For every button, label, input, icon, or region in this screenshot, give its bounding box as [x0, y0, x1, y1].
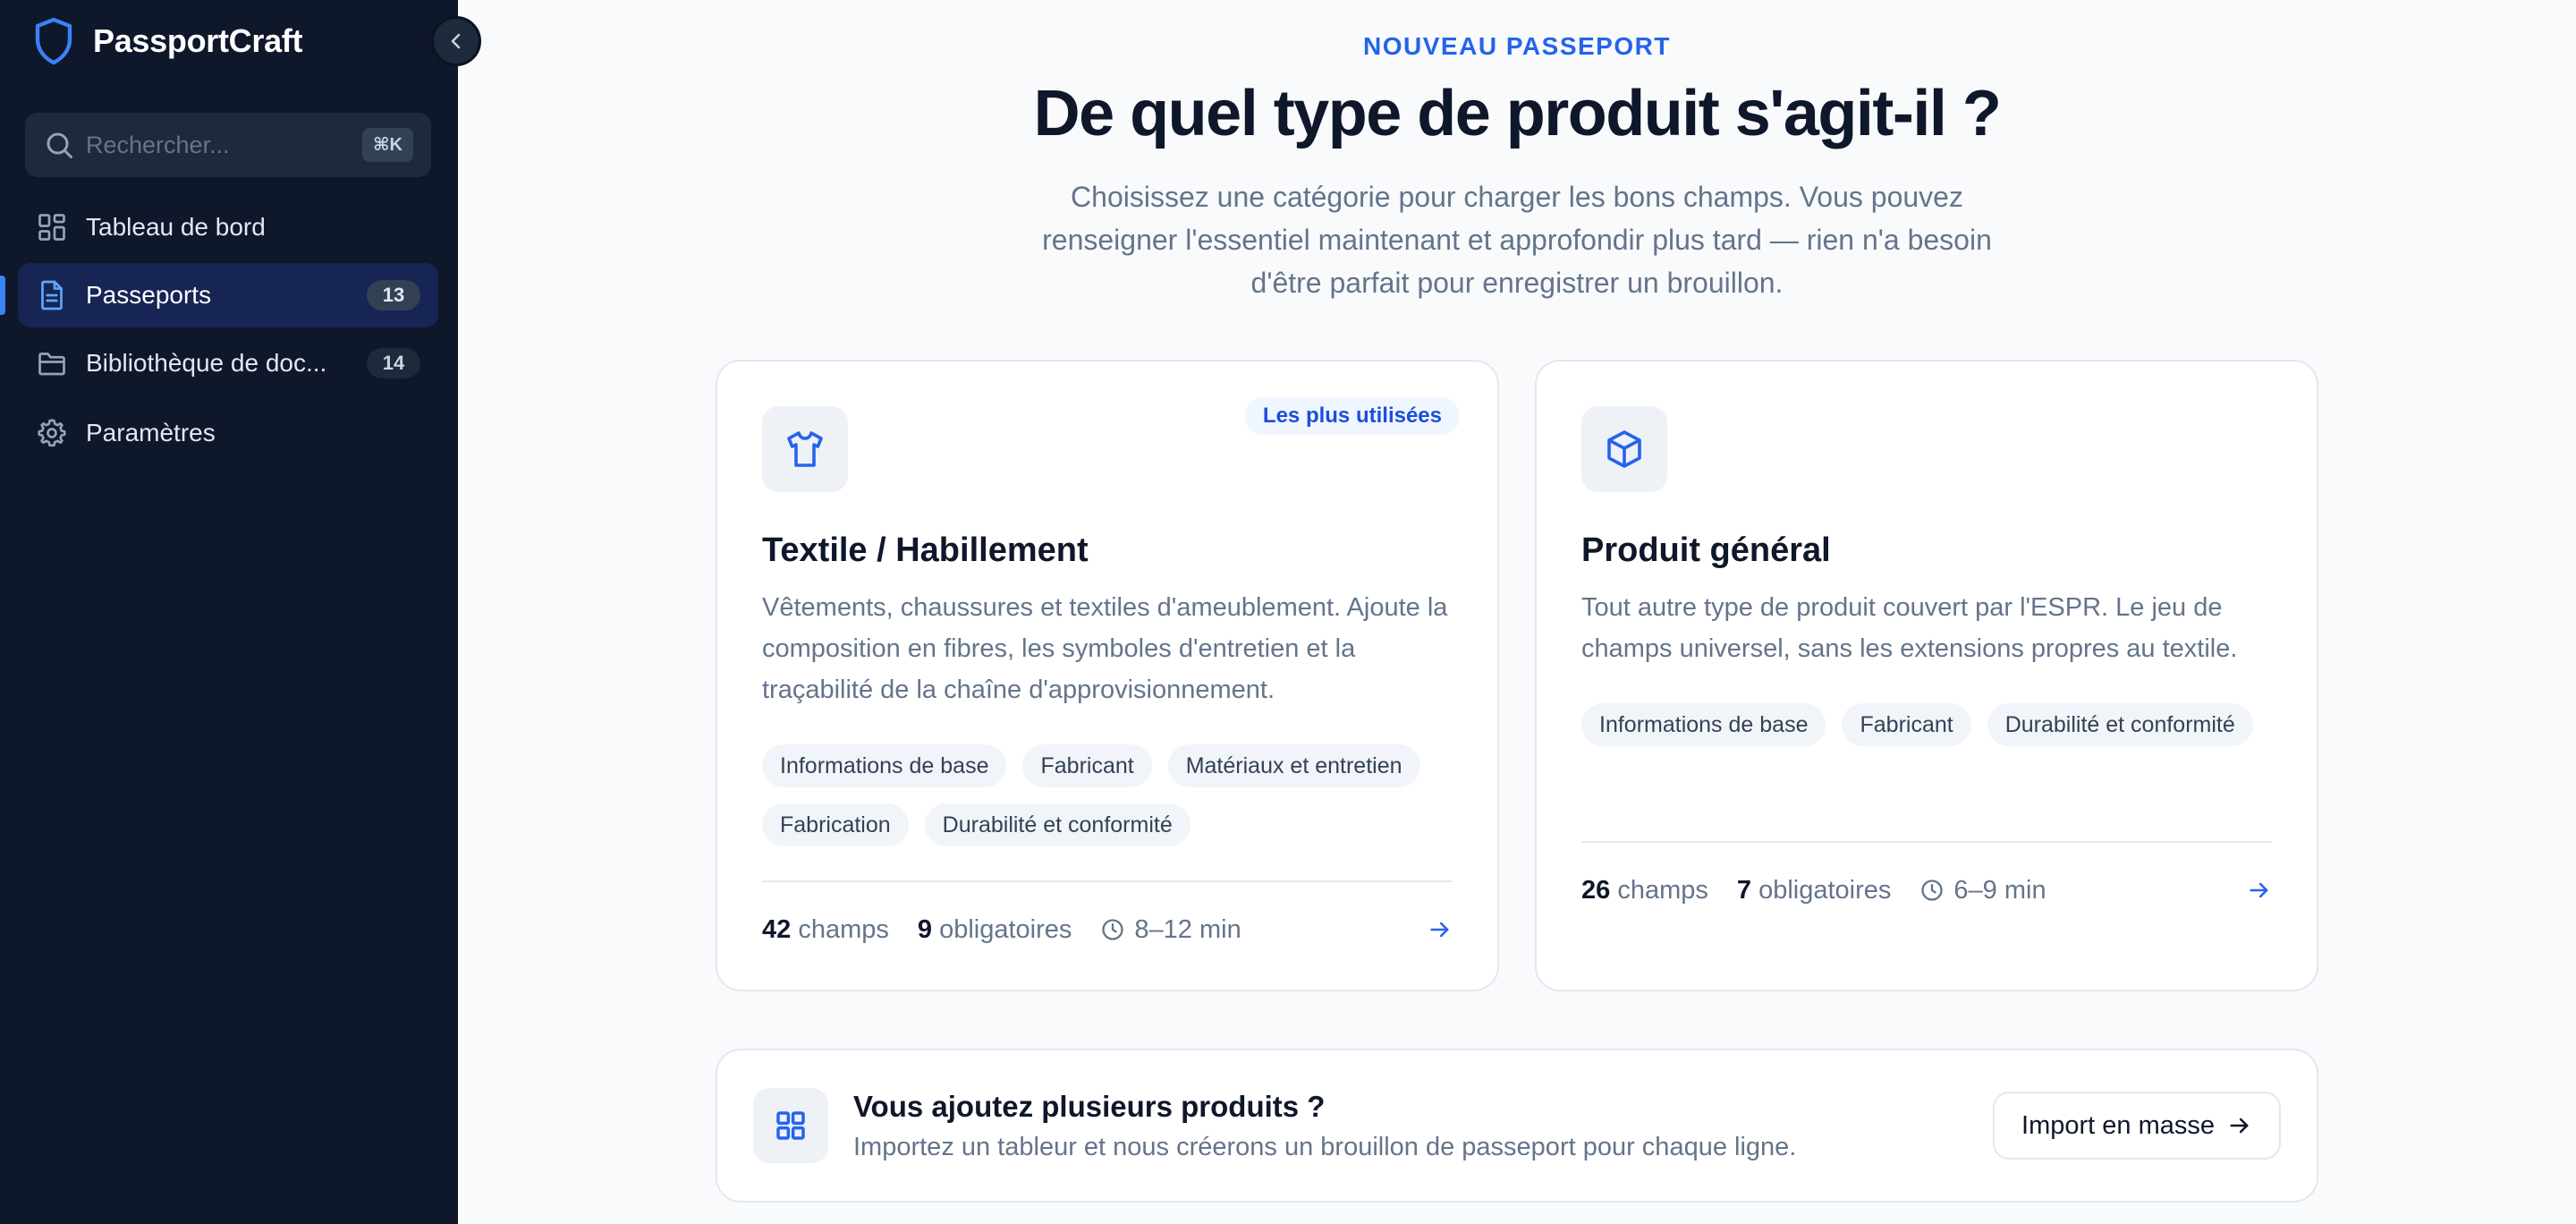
sidebar-item-label: Paramètres [86, 419, 216, 446]
bulk-icon-box [753, 1088, 828, 1163]
chevron-left-icon [451, 33, 461, 49]
shirt-icon [787, 431, 823, 467]
document-icon [41, 280, 63, 310]
most-used-badge: Les plus utilisées [1244, 397, 1460, 435]
fields-stat: 26 champs [1581, 875, 1708, 905]
tag: Fabricant [1842, 703, 1971, 746]
bulk-import-button-label: Import en masse [2021, 1110, 2215, 1140]
count-badge: 13 [367, 280, 420, 310]
required-stat: 7 obligatoires [1736, 875, 1892, 905]
tag: Fabrication [762, 803, 909, 846]
sidebar-item-settings[interactable]: Paramètres [18, 401, 438, 465]
required-stat: 9 obligatoires [917, 914, 1072, 944]
search-input[interactable] [86, 113, 354, 177]
card-description: Vêtements, chaussures et textiles d'ameu… [762, 593, 1448, 704]
search-icon [47, 132, 72, 158]
folder-icon [38, 353, 65, 376]
fields-stat: 42 champs [762, 914, 889, 944]
sidebar-item-label: Tableau de bord [86, 213, 266, 241]
card-divider [762, 880, 1453, 882]
time-stat: 6–9 min [1919, 876, 2046, 905]
sidebar-item-document-library[interactable]: Bibliothèque de doc... 14 [18, 331, 438, 395]
arrow-right-icon[interactable] [2247, 878, 2272, 903]
sidebar: PassportCraft ⌘K Tableau de bord Passepo… [0, 0, 458, 1224]
search-shortcut: ⌘K [362, 128, 413, 162]
eyebrow-label: NOUVEAU PASSEPORT [1363, 32, 1671, 60]
search-box[interactable]: ⌘K [25, 113, 431, 177]
card-title: Produit général [1581, 531, 1831, 569]
card-icon-box [1581, 406, 1667, 492]
bulk-import-button[interactable]: Import en masse [1993, 1092, 2281, 1160]
bulk-import-title: Vous ajoutez plusieurs produits ? [853, 1090, 1326, 1123]
tag: Durabilité et conformité [924, 803, 1191, 846]
time-stat: 8–12 min [1100, 915, 1241, 945]
tag: Informations de base [762, 744, 1007, 787]
arrow-right-icon[interactable] [1428, 917, 1453, 942]
card-icon-box [762, 406, 848, 492]
bulk-import-panel: Vous ajoutez plusieurs produits ? Import… [716, 1049, 2318, 1203]
sidebar-item-dashboard[interactable]: Tableau de bord [18, 195, 438, 259]
arrow-right-icon [2230, 1118, 2249, 1134]
sidebar-item-label: Passeports [86, 281, 212, 309]
dashboard-icon [38, 214, 65, 241]
box-icon [1607, 430, 1641, 468]
grid-icon [776, 1111, 805, 1140]
card-stats: 26 champs 7 obligatoires 6–9 min [1581, 868, 2272, 913]
tag: Durabilité et conformité [1987, 703, 2253, 746]
card-divider [1581, 841, 2272, 843]
card-title: Textile / Habillement [762, 531, 1089, 569]
tag: Informations de base [1581, 703, 1826, 746]
card-stats: 42 champs 9 obligatoires 8–12 min [762, 907, 1453, 952]
active-indicator [0, 276, 5, 315]
tag: Matériaux et entretien [1167, 744, 1420, 787]
category-card-general[interactable]: Produit général Tout autre type de produ… [1535, 360, 2318, 991]
bulk-import-description: Importez un tableur et nous créerons un … [853, 1133, 1797, 1161]
collapse-sidebar-button[interactable] [431, 16, 481, 66]
tag-list: Informations de base Fabricant Durabilit… [1581, 703, 2288, 746]
app-name: PassportCraft [93, 22, 303, 59]
card-description: Tout autre type de produit couvert par l… [1581, 593, 2238, 663]
sidebar-item-passports[interactable]: Passeports 13 [18, 263, 438, 327]
clock-icon [1921, 880, 1944, 901]
clock-icon [1102, 919, 1124, 940]
tag-list: Informations de base Fabricant Matériaux… [762, 744, 1469, 846]
page-subtitle: Choisissez une catégorie pour charger le… [1042, 181, 1992, 299]
shield-logo-icon [35, 17, 72, 65]
brand[interactable]: PassportCraft [32, 16, 302, 66]
tag: Fabricant [1022, 744, 1152, 787]
sidebar-item-label: Bibliothèque de doc... [86, 349, 327, 377]
category-card-textile[interactable]: Les plus utilisées Textile / Habillement… [716, 360, 1499, 991]
gear-icon [38, 419, 66, 447]
count-badge: 14 [367, 348, 420, 378]
page-title: De quel type de produit s'agit-il ? [1033, 78, 2002, 149]
